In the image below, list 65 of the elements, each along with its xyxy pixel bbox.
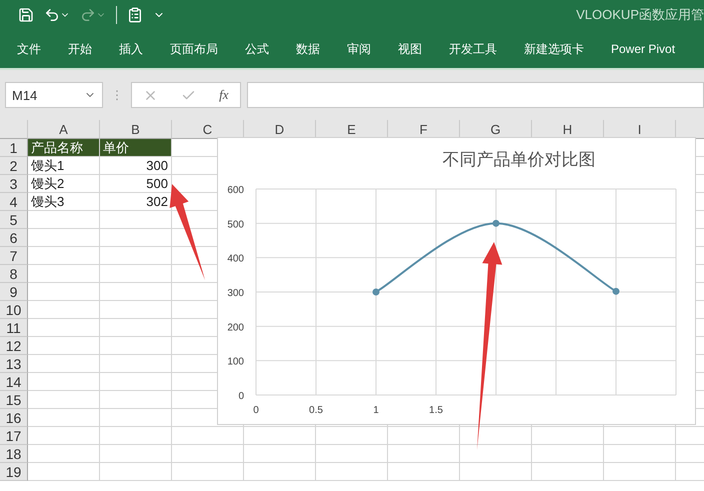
x-tick-label: 0 xyxy=(253,405,259,416)
row-header[interactable]: 18 xyxy=(0,445,28,463)
row-header[interactable]: 17 xyxy=(0,427,28,445)
row-header[interactable]: 12 xyxy=(0,337,28,355)
x-tick-label: 0.5 xyxy=(309,405,323,416)
row-header[interactable]: 10 xyxy=(0,301,28,319)
ribbon-tab[interactable]: 新建选项卡 xyxy=(524,40,584,58)
table-cell-text: 馒头2 xyxy=(30,175,66,192)
chart-title: 不同产品单价对比图 xyxy=(442,150,596,169)
y-tick-label: 500 xyxy=(227,219,244,230)
ribbon-tab[interactable]: 开始 xyxy=(68,40,92,58)
ribbon-tab[interactable]: 插入 xyxy=(119,40,143,58)
column-header[interactable]: A xyxy=(28,120,100,139)
y-tick-label: 200 xyxy=(227,322,244,334)
ribbon-tab[interactable]: 文件 xyxy=(17,40,41,58)
row-header[interactable]: 1 xyxy=(0,139,28,157)
row-header[interactable]: 14 xyxy=(0,373,28,391)
row-header[interactable]: 9 xyxy=(0,283,28,301)
table-cell-text: 馒头1 xyxy=(30,157,66,174)
data-point xyxy=(612,288,620,295)
row-header[interactable]: 11 xyxy=(0,319,28,337)
row-header[interactable]: 5 xyxy=(0,211,28,229)
ribbon-tab[interactable]: 审阅 xyxy=(347,40,371,58)
header-cell: 单价 xyxy=(100,139,171,156)
table-cell-text: 300 xyxy=(145,157,169,174)
window-title: VLOOKUP函数应用管 xyxy=(576,6,704,24)
ribbon-tab[interactable]: 公式 xyxy=(245,40,269,58)
row-header[interactable]: 15 xyxy=(0,391,28,409)
row-header[interactable]: 16 xyxy=(0,409,28,427)
name-box[interactable]: M14 xyxy=(5,82,103,108)
row-header[interactable]: 2 xyxy=(0,157,28,175)
data-point xyxy=(372,288,380,296)
x-tick-label: 1 xyxy=(373,405,379,416)
y-tick-label: 400 xyxy=(227,254,244,265)
row-header[interactable]: 6 xyxy=(0,229,28,247)
insert-function-button[interactable]: fx xyxy=(219,87,229,103)
row-header[interactable]: 3 xyxy=(0,175,28,193)
header-cell: 产品名称 xyxy=(28,139,99,156)
table-cell-text: 馒头3 xyxy=(30,193,66,210)
y-tick-label: 600 xyxy=(227,185,244,196)
select-all-corner[interactable] xyxy=(0,120,28,139)
table-cell-text: 500 xyxy=(145,175,169,192)
table-cell-text: 302 xyxy=(145,193,169,210)
row-header[interactable]: 13 xyxy=(0,355,28,373)
row-header[interactable]: 7 xyxy=(0,247,28,265)
x-tick-label: 1.5 xyxy=(429,405,443,416)
ribbon-tab[interactable]: 视图 xyxy=(398,40,422,58)
ribbon-tab[interactable]: 数据 xyxy=(296,40,320,58)
y-tick-label: 300 xyxy=(227,288,244,299)
row-header[interactable]: 8 xyxy=(0,265,28,283)
undo-icon[interactable] xyxy=(44,7,70,23)
grip-icon: ⋮ xyxy=(109,88,125,102)
y-tick-label: 100 xyxy=(227,356,244,368)
column-header[interactable]: B xyxy=(100,120,172,139)
column-header[interactable]: C xyxy=(172,120,244,139)
row-header[interactable]: 19 xyxy=(0,463,28,481)
ribbon-tab[interactable]: 开发工具 xyxy=(449,40,497,58)
save-icon[interactable] xyxy=(18,7,34,23)
row-header[interactable]: 4 xyxy=(0,193,28,211)
data-point xyxy=(492,220,500,227)
ribbon-tab[interactable]: 页面布局 xyxy=(170,40,218,58)
form-icon[interactable] xyxy=(127,7,143,23)
ribbon-tab[interactable]: Power Pivot xyxy=(611,42,676,56)
y-tick-label: 0 xyxy=(238,391,244,402)
formula-field[interactable] xyxy=(247,82,704,108)
